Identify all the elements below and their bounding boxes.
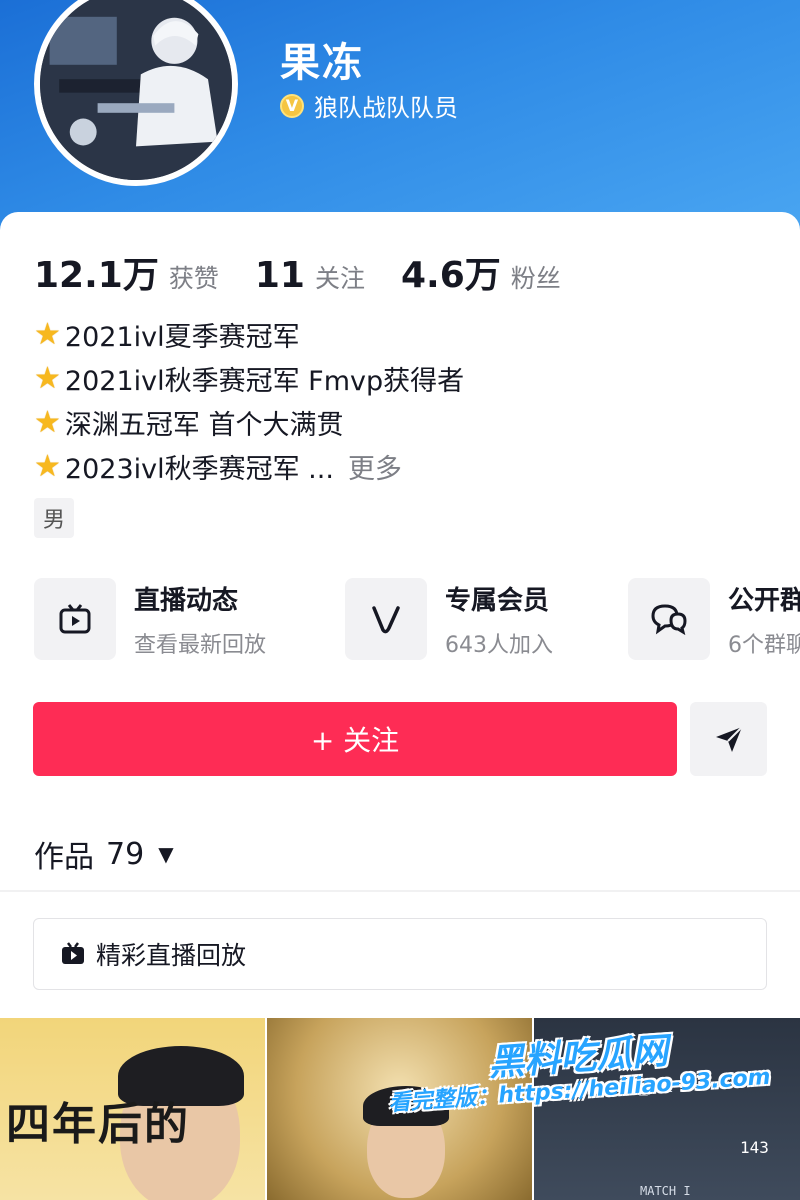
bio-line-text: 深渊五冠军 首个大满贯	[64, 409, 344, 441]
v-icon	[345, 578, 427, 660]
bio-line: ★ 深渊五冠军 首个大满贯	[34, 400, 464, 444]
video-thumbnail[interactable]: 四年后的	[0, 1018, 265, 1200]
feature-group-chat-title: 公开群	[728, 585, 800, 616]
stat-following-number: 11	[254, 255, 305, 296]
stat-likes[interactable]: 12.1万 获赞	[34, 246, 219, 298]
works-count: 79	[106, 836, 145, 872]
works-label: 作品	[34, 840, 94, 875]
profile-card: 12.1万 获赞 11 关注 4.6万 粉丝 ★ 2021ivl夏季赛冠军 ★ …	[0, 212, 800, 1200]
tab-works[interactable]: 作品 79 ▼	[34, 832, 174, 876]
bio[interactable]: ★ 2021ivl夏季赛冠军 ★ 2021ivl秋季赛冠军 Fmvp获得者 ★ …	[34, 312, 464, 488]
feature-membership[interactable]: 专属会员 643人加入	[345, 578, 553, 660]
bio-line: ★ 2023ivl秋季赛冠军 ... 更多	[34, 444, 464, 488]
tv-icon	[34, 578, 116, 660]
divider	[0, 890, 800, 892]
live-replay-label: 精彩直播回放	[96, 941, 247, 970]
star-icon: ★	[34, 404, 61, 440]
feature-group-chat-subtitle: 6个群聊	[728, 632, 800, 658]
stat-followers-label: 粉丝	[510, 264, 561, 293]
chat-icon	[628, 578, 710, 660]
gender-tag: 男	[34, 498, 74, 538]
star-icon: ★	[34, 360, 61, 396]
stat-likes-number: 12.1万	[34, 255, 159, 296]
chevron-down-icon: ▼	[158, 842, 174, 866]
bio-more-link[interactable]: 更多	[348, 447, 402, 486]
star-icon: ★	[34, 448, 61, 484]
bio-line: ★ 2021ivl夏季赛冠军	[34, 312, 464, 356]
live-replay-entry[interactable]: 精彩直播回放	[33, 918, 767, 990]
avatar-illustration	[40, 0, 232, 180]
thumbnail-title: 四年后的	[6, 1099, 190, 1150]
feature-group-chat[interactable]: 公开群 6个群聊	[628, 578, 800, 660]
feature-entries: 直播动态 查看最新回放 专属会员 643人加入 公开群 6个群聊	[34, 578, 800, 664]
follow-button[interactable]: + 关注	[33, 702, 677, 776]
nickname: 果冻	[280, 40, 364, 86]
stat-following[interactable]: 11 关注	[255, 255, 365, 296]
star-icon: ★	[34, 316, 61, 352]
verification-row: V 狼队战队队员	[280, 88, 458, 123]
stat-likes-label: 获赞	[168, 264, 219, 293]
feature-membership-title: 专属会员	[445, 585, 550, 616]
feature-live-title: 直播动态	[134, 585, 239, 616]
thumbnail-match-label: MATCH I	[640, 1184, 691, 1198]
tv-icon	[62, 942, 84, 964]
verified-badge-icon: V	[280, 93, 304, 118]
bio-line: ★ 2021ivl秋季赛冠军 Fmvp获得者	[34, 356, 464, 400]
stats-row: 12.1万 获赞 11 关注 4.6万 粉丝	[34, 246, 597, 298]
send-icon	[715, 726, 743, 752]
stat-followers[interactable]: 4.6万 粉丝	[401, 246, 561, 298]
feature-membership-subtitle: 643人加入	[445, 632, 553, 658]
bio-line-text: 2021ivl秋季赛冠军 Fmvp获得者	[64, 365, 465, 397]
stat-followers-number: 4.6万	[400, 255, 501, 296]
send-message-button[interactable]	[690, 702, 767, 776]
bio-line-text: 2023ivl秋季赛冠军 ...	[64, 453, 334, 485]
verification-text: 狼队战队队员	[314, 94, 458, 122]
stat-following-label: 关注	[314, 264, 365, 293]
feature-live[interactable]: 直播动态 查看最新回放	[34, 578, 266, 660]
bio-line-text: 2021ivl夏季赛冠军	[64, 321, 300, 353]
feature-live-subtitle: 查看最新回放	[134, 632, 267, 658]
thumbnail-score: 143	[740, 1138, 769, 1157]
